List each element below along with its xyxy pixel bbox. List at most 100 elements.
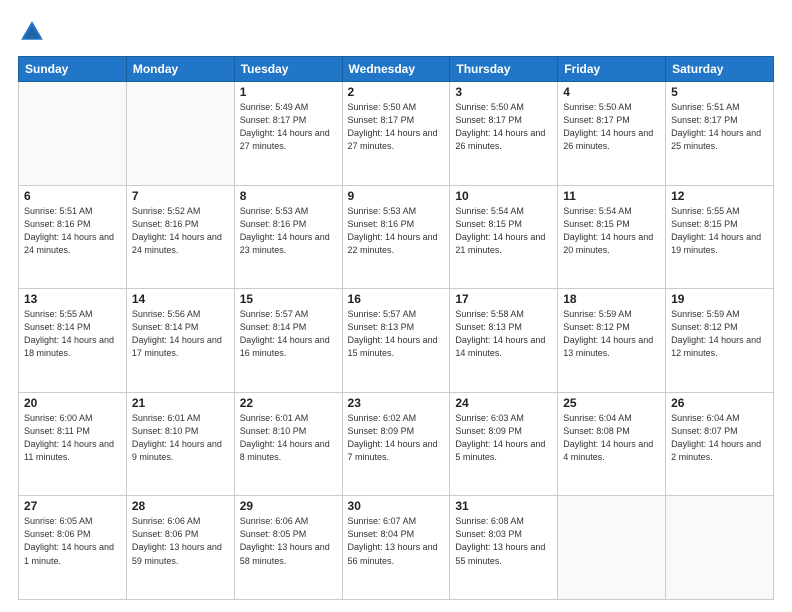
col-header-tuesday: Tuesday [234, 57, 342, 82]
day-number: 14 [132, 292, 229, 306]
col-header-saturday: Saturday [666, 57, 774, 82]
day-number: 9 [348, 189, 445, 203]
cell-info: Sunrise: 5:54 AM Sunset: 8:15 PM Dayligh… [455, 205, 552, 257]
cell-info: Sunrise: 6:05 AM Sunset: 8:06 PM Dayligh… [24, 515, 121, 567]
cell-info: Sunrise: 6:06 AM Sunset: 8:05 PM Dayligh… [240, 515, 337, 567]
cell-2-1: 6 Sunrise: 5:51 AM Sunset: 8:16 PM Daylig… [19, 185, 127, 289]
calendar-table: SundayMondayTuesdayWednesdayThursdayFrid… [18, 56, 774, 600]
cell-1-6: 4 Sunrise: 5:50 AM Sunset: 8:17 PM Daylig… [558, 82, 666, 186]
cell-info: Sunrise: 5:52 AM Sunset: 8:16 PM Dayligh… [132, 205, 229, 257]
cell-3-2: 14Sunrise: 5:56 AM Sunset: 8:14 PM Dayli… [126, 289, 234, 393]
day-number: 11 [563, 189, 660, 203]
day-number: 27 [24, 499, 121, 513]
day-number: 7 [132, 189, 229, 203]
week-row-4: 20 Sunrise: 6:00 AM Sunset: 8:11 PM Dayli… [19, 392, 774, 496]
cell-2-3: 8 Sunrise: 5:53 AM Sunset: 8:16 PM Daylig… [234, 185, 342, 289]
cell-4-1: 20 Sunrise: 6:00 AM Sunset: 8:11 PM Dayli… [19, 392, 127, 496]
cell-1-4: 2 Sunrise: 5:50 AM Sunset: 8:17 PM Daylig… [342, 82, 450, 186]
day-number: 18 [563, 292, 660, 306]
page: SundayMondayTuesdayWednesdayThursdayFrid… [0, 0, 792, 612]
day-number: 23 [348, 396, 445, 410]
cell-5-4: 30 Sunrise: 6:07 AM Sunset: 8:04 PM Dayli… [342, 496, 450, 600]
cell-4-7: 26 Sunrise: 6:04 AM Sunset: 8:07 PM Dayli… [666, 392, 774, 496]
cell-info: Sunrise: 5:57 AM Sunset: 8:13 PM Dayligh… [348, 308, 445, 360]
cell-5-5: 31Sunrise: 6:08 AM Sunset: 8:03 PM Dayli… [450, 496, 558, 600]
day-number: 16 [348, 292, 445, 306]
cell-2-2: 7 Sunrise: 5:52 AM Sunset: 8:16 PM Daylig… [126, 185, 234, 289]
cell-info: Sunrise: 5:50 AM Sunset: 8:17 PM Dayligh… [348, 101, 445, 153]
cell-5-6 [558, 496, 666, 600]
cell-1-2 [126, 82, 234, 186]
header-row: SundayMondayTuesdayWednesdayThursdayFrid… [19, 57, 774, 82]
cell-2-7: 12Sunrise: 5:55 AM Sunset: 8:15 PM Dayli… [666, 185, 774, 289]
day-number: 13 [24, 292, 121, 306]
day-number: 6 [24, 189, 121, 203]
cell-4-2: 21 Sunrise: 6:01 AM Sunset: 8:10 PM Dayli… [126, 392, 234, 496]
cell-3-1: 13 Sunrise: 5:55 AM Sunset: 8:14 PM Dayli… [19, 289, 127, 393]
day-number: 4 [563, 85, 660, 99]
col-header-friday: Friday [558, 57, 666, 82]
day-number: 21 [132, 396, 229, 410]
cell-4-5: 24Sunrise: 6:03 AM Sunset: 8:09 PM Dayli… [450, 392, 558, 496]
day-number: 8 [240, 189, 337, 203]
day-number: 2 [348, 85, 445, 99]
cell-3-4: 16 Sunrise: 5:57 AM Sunset: 8:13 PM Dayli… [342, 289, 450, 393]
header [18, 18, 774, 46]
day-number: 28 [132, 499, 229, 513]
cell-info: Sunrise: 6:04 AM Sunset: 8:08 PM Dayligh… [563, 412, 660, 464]
cell-info: Sunrise: 5:55 AM Sunset: 8:14 PM Dayligh… [24, 308, 121, 360]
day-number: 1 [240, 85, 337, 99]
cell-5-3: 29 Sunrise: 6:06 AM Sunset: 8:05 PM Dayli… [234, 496, 342, 600]
cell-info: Sunrise: 5:53 AM Sunset: 8:16 PM Dayligh… [348, 205, 445, 257]
day-number: 30 [348, 499, 445, 513]
col-header-monday: Monday [126, 57, 234, 82]
week-row-3: 13 Sunrise: 5:55 AM Sunset: 8:14 PM Dayli… [19, 289, 774, 393]
week-row-2: 6 Sunrise: 5:51 AM Sunset: 8:16 PM Daylig… [19, 185, 774, 289]
day-number: 20 [24, 396, 121, 410]
cell-info: Sunrise: 5:51 AM Sunset: 8:17 PM Dayligh… [671, 101, 768, 153]
cell-info: Sunrise: 5:58 AM Sunset: 8:13 PM Dayligh… [455, 308, 552, 360]
cell-info: Sunrise: 5:59 AM Sunset: 8:12 PM Dayligh… [671, 308, 768, 360]
day-number: 24 [455, 396, 552, 410]
cell-2-4: 9 Sunrise: 5:53 AM Sunset: 8:16 PM Daylig… [342, 185, 450, 289]
cell-5-1: 27 Sunrise: 6:05 AM Sunset: 8:06 PM Dayli… [19, 496, 127, 600]
cell-info: Sunrise: 6:04 AM Sunset: 8:07 PM Dayligh… [671, 412, 768, 464]
cell-info: Sunrise: 5:49 AM Sunset: 8:17 PM Dayligh… [240, 101, 337, 153]
cell-info: Sunrise: 5:53 AM Sunset: 8:16 PM Dayligh… [240, 205, 337, 257]
cell-info: Sunrise: 5:59 AM Sunset: 8:12 PM Dayligh… [563, 308, 660, 360]
day-number: 29 [240, 499, 337, 513]
cell-5-7 [666, 496, 774, 600]
day-number: 25 [563, 396, 660, 410]
day-number: 26 [671, 396, 768, 410]
cell-1-5: 3 Sunrise: 5:50 AM Sunset: 8:17 PM Daylig… [450, 82, 558, 186]
cell-1-1 [19, 82, 127, 186]
cell-info: Sunrise: 5:50 AM Sunset: 8:17 PM Dayligh… [455, 101, 552, 153]
cell-1-3: 1 Sunrise: 5:49 AM Sunset: 8:17 PM Daylig… [234, 82, 342, 186]
day-number: 17 [455, 292, 552, 306]
col-header-sunday: Sunday [19, 57, 127, 82]
day-number: 10 [455, 189, 552, 203]
day-number: 3 [455, 85, 552, 99]
cell-4-4: 23Sunrise: 6:02 AM Sunset: 8:09 PM Dayli… [342, 392, 450, 496]
day-number: 15 [240, 292, 337, 306]
cell-info: Sunrise: 5:55 AM Sunset: 8:15 PM Dayligh… [671, 205, 768, 257]
week-row-1: 1 Sunrise: 5:49 AM Sunset: 8:17 PM Daylig… [19, 82, 774, 186]
day-number: 22 [240, 396, 337, 410]
col-header-wednesday: Wednesday [342, 57, 450, 82]
cell-info: Sunrise: 6:01 AM Sunset: 8:10 PM Dayligh… [240, 412, 337, 464]
logo-icon [18, 18, 46, 46]
cell-info: Sunrise: 5:57 AM Sunset: 8:14 PM Dayligh… [240, 308, 337, 360]
cell-info: Sunrise: 5:50 AM Sunset: 8:17 PM Dayligh… [563, 101, 660, 153]
day-number: 31 [455, 499, 552, 513]
day-number: 19 [671, 292, 768, 306]
cell-4-3: 22 Sunrise: 6:01 AM Sunset: 8:10 PM Dayli… [234, 392, 342, 496]
cell-info: Sunrise: 6:00 AM Sunset: 8:11 PM Dayligh… [24, 412, 121, 464]
cell-info: Sunrise: 6:01 AM Sunset: 8:10 PM Dayligh… [132, 412, 229, 464]
cell-info: Sunrise: 5:51 AM Sunset: 8:16 PM Dayligh… [24, 205, 121, 257]
cell-info: Sunrise: 5:54 AM Sunset: 8:15 PM Dayligh… [563, 205, 660, 257]
cell-info: Sunrise: 6:07 AM Sunset: 8:04 PM Dayligh… [348, 515, 445, 567]
cell-3-3: 15 Sunrise: 5:57 AM Sunset: 8:14 PM Dayli… [234, 289, 342, 393]
cell-3-6: 18 Sunrise: 5:59 AM Sunset: 8:12 PM Dayli… [558, 289, 666, 393]
cell-5-2: 28Sunrise: 6:06 AM Sunset: 8:06 PM Dayli… [126, 496, 234, 600]
cell-3-7: 19 Sunrise: 5:59 AM Sunset: 8:12 PM Dayli… [666, 289, 774, 393]
